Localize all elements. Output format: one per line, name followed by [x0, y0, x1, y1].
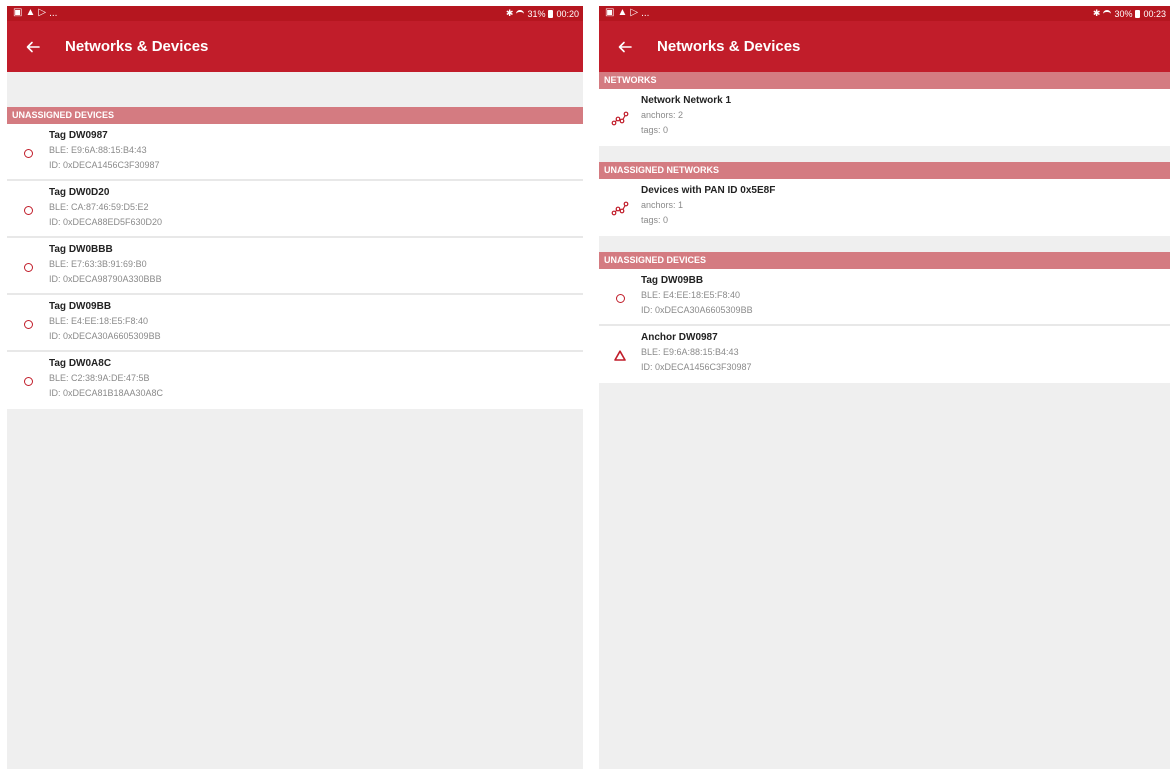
drive-notification-icon: ▲: [25, 7, 36, 18]
section-header-networks: NETWORKS: [599, 72, 1170, 89]
clock: 00:20: [556, 8, 579, 19]
list-item[interactable]: Tag DW0BBB BLE: E7:63:3B:91:69:B0 ID: 0x…: [7, 238, 583, 295]
battery-percent: 31%: [527, 8, 546, 19]
bluetooth-icon: ✱: [1092, 8, 1101, 18]
empty-networks-area: [7, 72, 583, 107]
network-name: Devices with PAN ID 0x5E8F: [641, 185, 776, 196]
device-ble: BLE: E9:6A:88:15:B4:43: [49, 145, 147, 155]
circle-icon: [21, 317, 35, 331]
section-header-unassigned-devices: UNASSIGNED DEVICES: [599, 252, 1170, 269]
bluetooth-icon: ✱: [505, 8, 514, 18]
device-list: Tag DW0987 BLE: E9:6A:88:15:B4:43 ID: 0x…: [7, 124, 583, 409]
network-anchors: anchors: 1: [641, 200, 684, 210]
device-name: Tag DW09BB: [641, 275, 704, 286]
device-id: ID: 0xDECA88ED5F630D20: [49, 217, 163, 227]
wifi-icon: [516, 10, 525, 17]
network-anchors: anchors: 2: [641, 110, 684, 120]
network-item[interactable]: Network Network 1 anchors: 2 tags: 0: [599, 89, 1170, 146]
play-notification-icon: ▷: [38, 7, 47, 18]
network-tags: tags: 0: [641, 215, 669, 225]
device-id: ID: 0xDECA30A6605309BB: [49, 331, 161, 341]
app-bar: Networks & Devices: [7, 21, 583, 72]
device-ble: BLE: E4:EE:18:E5:F8:40: [641, 290, 741, 300]
device-list: Tag DW09BB BLE: E4:EE:18:E5:F8:40 ID: 0x…: [599, 269, 1170, 383]
page-title: Networks & Devices: [657, 38, 801, 55]
notification-icons: ▣ ▲ ▷ ...: [13, 7, 57, 19]
right-screen: ▣ ▲ ▷ ... ✱ 30% 00:23 Networks & Devices…: [599, 6, 1170, 769]
clock: 00:23: [1143, 8, 1166, 19]
device-name: Tag DW0A8C: [49, 358, 112, 369]
network-name: Network Network 1: [641, 95, 732, 106]
device-id: ID: 0xDECA30A6605309BB: [641, 305, 753, 315]
list-item[interactable]: Tag DW0987 BLE: E9:6A:88:15:B4:43 ID: 0x…: [7, 124, 583, 181]
triangle-icon: [613, 348, 627, 362]
app-bar: Networks & Devices: [599, 21, 1170, 72]
circle-icon: [21, 146, 35, 160]
gallery-notification-icon: ▣: [13, 7, 23, 18]
device-ble: BLE: CA:87:46:59:D5:E2: [49, 202, 149, 212]
device-ble: BLE: E9:6A:88:15:B4:43: [641, 347, 739, 357]
arrow-left-icon: [618, 41, 632, 52]
more-notifications-indicator: ...: [49, 7, 58, 19]
circle-icon: [21, 374, 35, 388]
device-id: ID: 0xDECA81B18AA30A8C: [49, 388, 164, 398]
list-item[interactable]: Tag DW0A8C BLE: C2:38:9A:DE:47:5B ID: 0x…: [7, 352, 583, 409]
network-icon: [611, 110, 629, 126]
list-item[interactable]: Tag DW09BB BLE: E4:EE:18:E5:F8:40 ID: 0x…: [599, 269, 1170, 326]
device-ble: BLE: E7:63:3B:91:69:B0: [49, 259, 147, 269]
gallery-notification-icon: ▣: [605, 7, 615, 18]
circle-icon: [21, 260, 35, 274]
more-notifications-indicator: ...: [641, 7, 650, 19]
network-item[interactable]: Devices with PAN ID 0x5E8F anchors: 1 ta…: [599, 179, 1170, 236]
system-status: ✱ 30% 00:23: [1093, 8, 1166, 19]
list-item[interactable]: Tag DW09BB BLE: E4:EE:18:E5:F8:40 ID: 0x…: [7, 295, 583, 352]
battery-icon: [1135, 9, 1141, 18]
left-screen: ▣ ▲ ▷ ... ✱ 31% 00:20 Networks & Devices…: [7, 6, 583, 769]
circle-icon: [613, 291, 627, 305]
device-id: ID: 0xDECA98790A330BBB: [49, 274, 162, 284]
circle-icon: [21, 203, 35, 217]
system-status: ✱ 31% 00:20: [506, 8, 579, 19]
list-item[interactable]: Anchor DW0987 BLE: E9:6A:88:15:B4:43 ID:…: [599, 326, 1170, 383]
network-icon: [611, 200, 629, 216]
section-header-unassigned-networks: UNASSIGNED NETWORKS: [599, 162, 1170, 179]
device-name: Anchor DW0987: [641, 332, 718, 343]
arrow-left-icon: [26, 41, 40, 52]
status-bar: ▣ ▲ ▷ ... ✱ 31% 00:20: [7, 6, 583, 21]
drive-notification-icon: ▲: [617, 7, 628, 18]
device-name: Tag DW0BBB: [49, 244, 113, 255]
section-header-unassigned-devices: UNASSIGNED DEVICES: [7, 107, 583, 124]
battery-percent: 30%: [1114, 8, 1133, 19]
content: NETWORKS Network Network 1 anchors: 2 ta…: [599, 72, 1170, 769]
device-ble: BLE: E4:EE:18:E5:F8:40: [49, 316, 149, 326]
status-bar: ▣ ▲ ▷ ... ✱ 30% 00:23: [599, 6, 1170, 21]
device-name: Tag DW0D20: [49, 187, 110, 198]
network-tags: tags: 0: [641, 125, 669, 135]
back-button[interactable]: [21, 35, 45, 59]
device-ble: BLE: C2:38:9A:DE:47:5B: [49, 373, 150, 383]
device-name: Tag DW0987: [49, 130, 108, 141]
device-id: ID: 0xDECA1456C3F30987: [641, 362, 752, 372]
notification-icons: ▣ ▲ ▷ ...: [605, 7, 649, 19]
device-name: Tag DW09BB: [49, 301, 112, 312]
play-notification-icon: ▷: [630, 7, 639, 18]
wifi-icon: [1103, 10, 1112, 17]
device-id: ID: 0xDECA1456C3F30987: [49, 160, 160, 170]
back-button[interactable]: [613, 35, 637, 59]
list-item[interactable]: Tag DW0D20 BLE: CA:87:46:59:D5:E2 ID: 0x…: [7, 181, 583, 238]
page-title: Networks & Devices: [65, 38, 209, 55]
battery-icon: [548, 9, 554, 18]
content: UNASSIGNED DEVICES Tag DW0987 BLE: E9:6A…: [7, 72, 583, 769]
